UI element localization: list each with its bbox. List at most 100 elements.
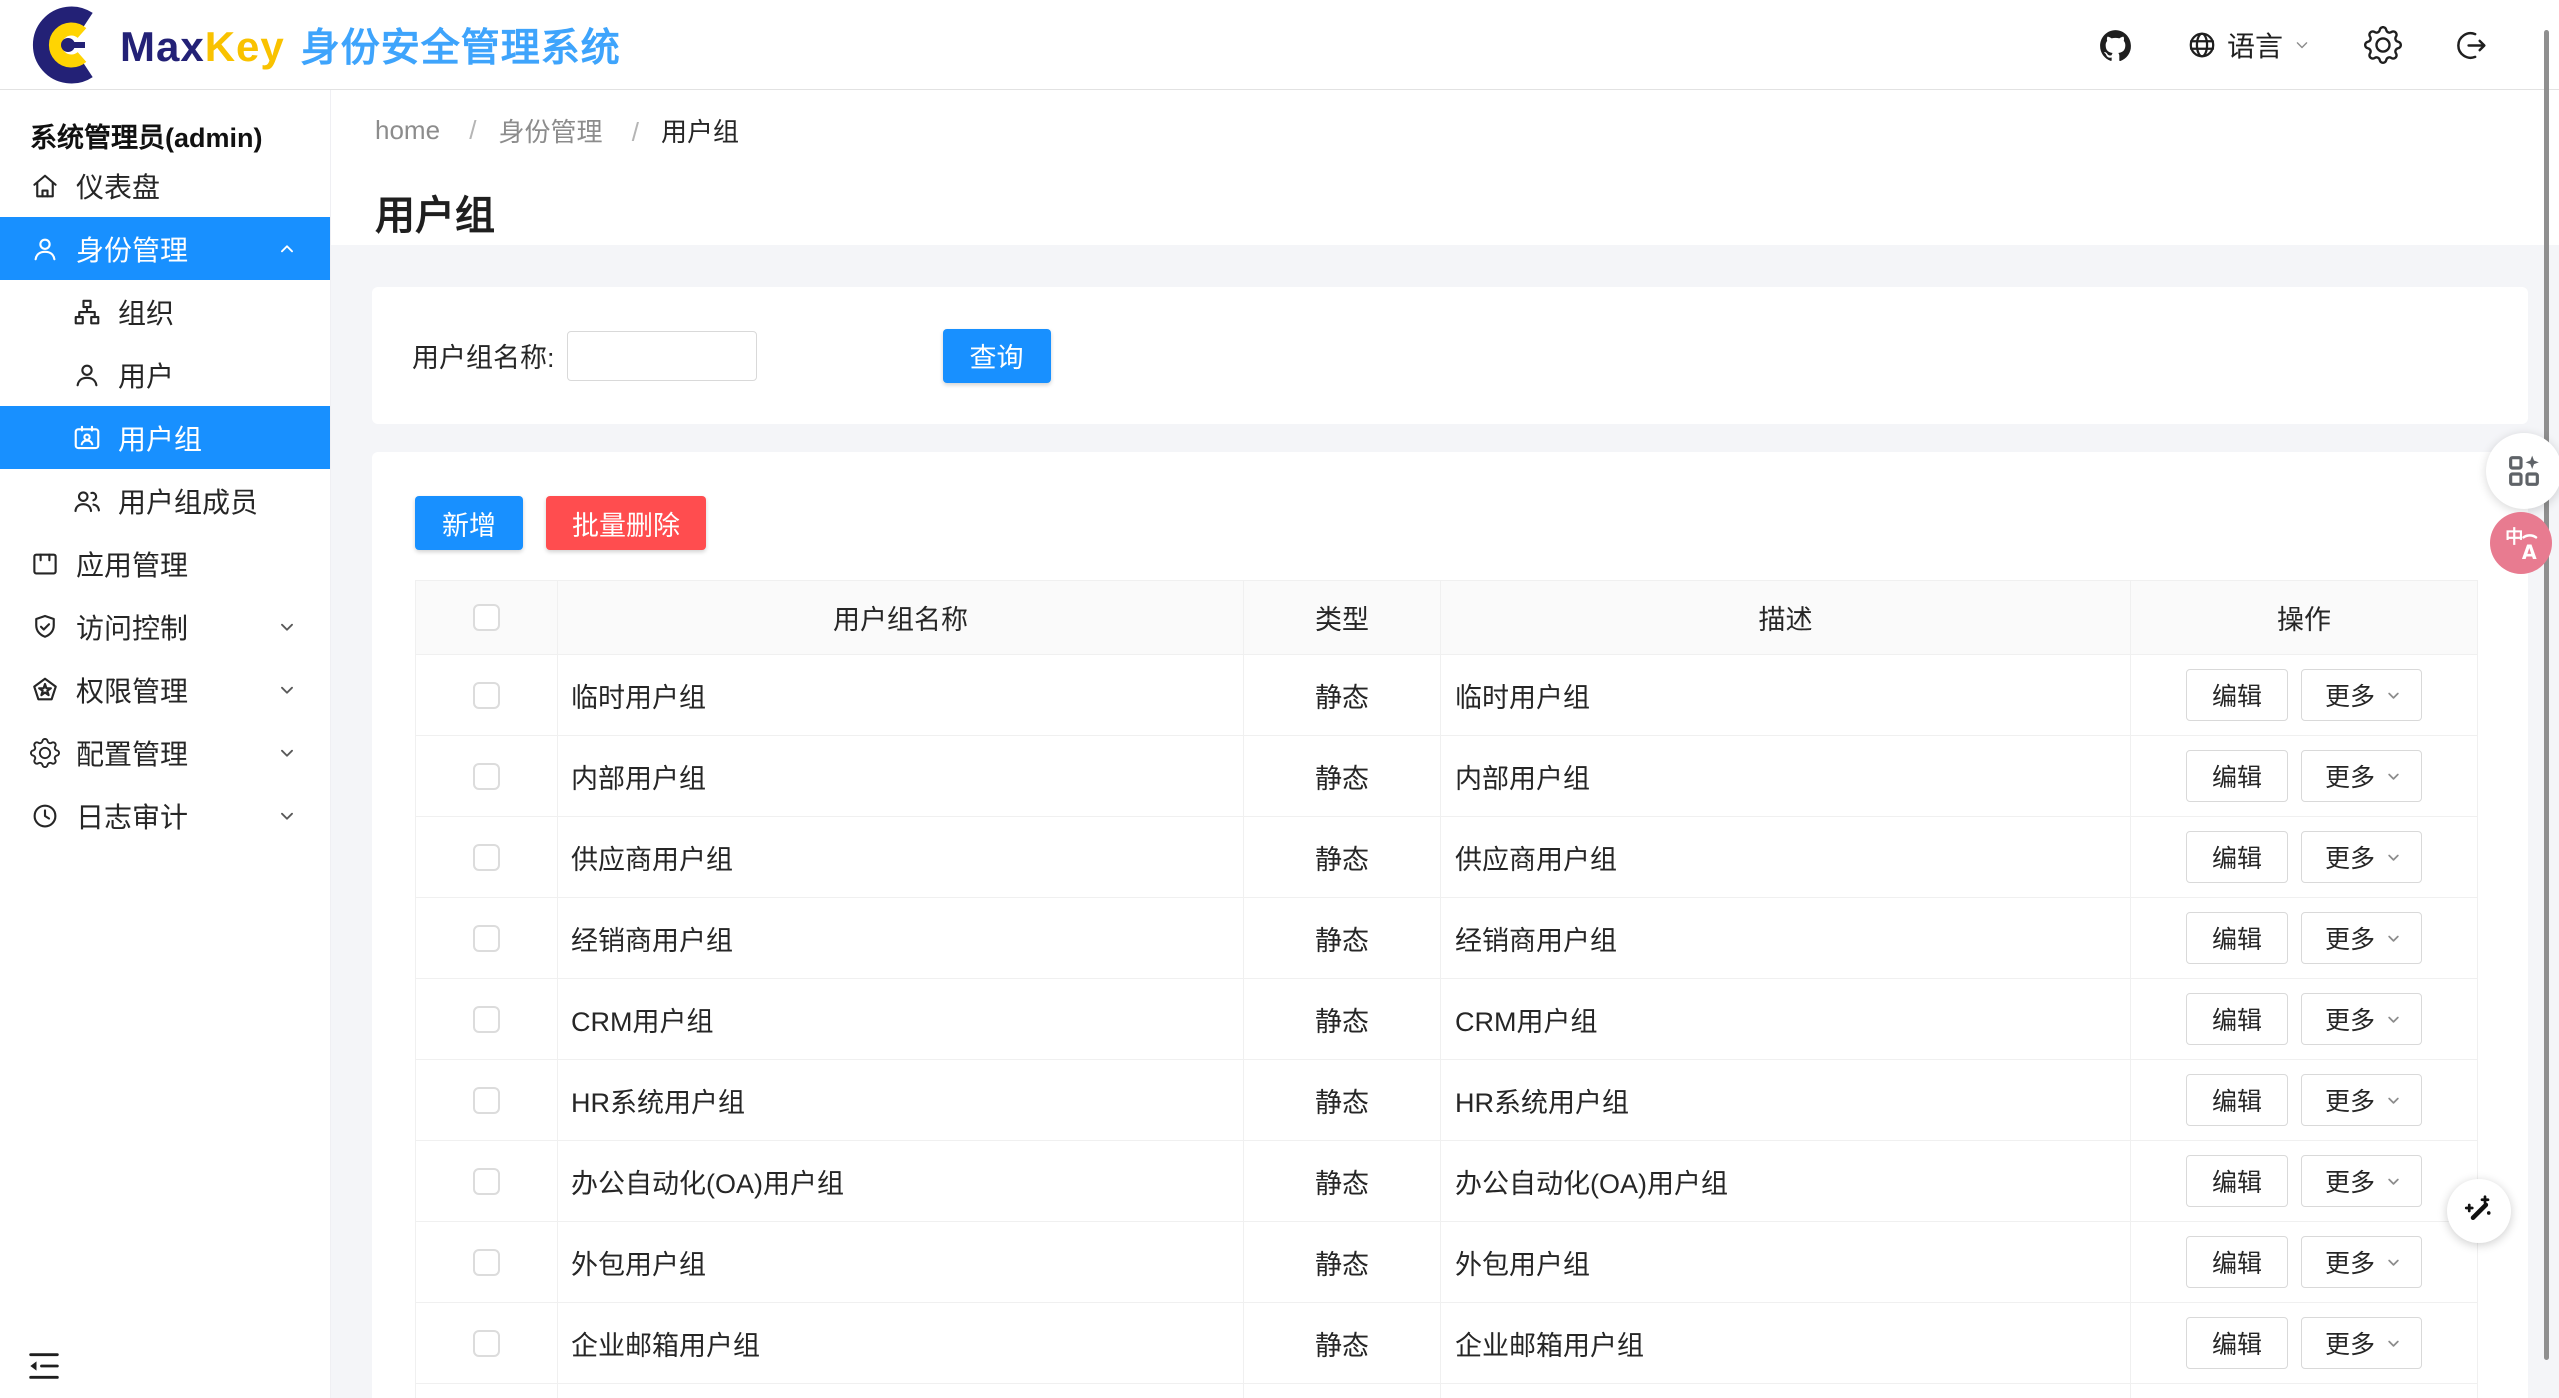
translate-icon: 中A (2501, 523, 2541, 563)
chevron-icon (276, 616, 298, 638)
clock-icon (30, 801, 60, 831)
sidebar-item[interactable]: 访问控制 (0, 595, 330, 658)
table-row: 临时用户组 静态 临时用户组 编辑 更多 (416, 655, 2477, 736)
chevron-down-icon (2384, 767, 2403, 786)
more-button-label: 更多 (2325, 1001, 2375, 1037)
sidebar-item-label: 日志审计 (76, 796, 188, 836)
group-type-cell: 静态 (1244, 979, 1441, 1059)
breadcrumb-link[interactable]: 身份管理 (499, 117, 603, 147)
edit-button[interactable]: 编辑 (2186, 912, 2288, 964)
more-button[interactable]: 更多 (2301, 831, 2422, 883)
row-checkbox[interactable] (473, 1087, 500, 1114)
sidebar-item[interactable]: 日志审计 (0, 784, 330, 847)
sidebar-item[interactable]: 配置管理 (0, 721, 330, 784)
more-button[interactable]: 更多 (2301, 912, 2422, 964)
batch-delete-button[interactable]: 批量删除 (546, 496, 706, 550)
add-button[interactable]: 新增 (415, 496, 523, 550)
row-checkbox[interactable] (473, 682, 500, 709)
sidebar-item[interactable]: 仪表盘 (0, 154, 330, 217)
group-name-input[interactable] (567, 331, 757, 381)
group-type-cell: 静态 (1244, 1222, 1441, 1302)
row-checkbox[interactable] (473, 1249, 500, 1276)
column-header-desc: 描述 (1441, 581, 2131, 654)
sidebar-item-label: 权限管理 (76, 670, 188, 710)
group-type-cell: 静态 (1244, 655, 1441, 735)
breadcrumb-link: 用户组 (661, 117, 739, 147)
sidebar-item[interactable]: 权限管理 (0, 658, 330, 721)
more-button[interactable]: 更多 (2301, 669, 2422, 721)
magic-wand-fab-button[interactable] (2447, 1179, 2511, 1243)
row-checkbox[interactable] (473, 925, 500, 952)
row-checkbox[interactable] (473, 763, 500, 790)
more-button-label: 更多 (2325, 920, 2375, 956)
edit-button[interactable]: 编辑 (2186, 669, 2288, 721)
edit-button[interactable]: 编辑 (2186, 1074, 2288, 1126)
more-button[interactable]: 更多 (2301, 750, 2422, 802)
home-icon (30, 171, 60, 201)
more-button[interactable]: 更多 (2301, 1317, 2422, 1369)
brand-name-primary: Max (120, 23, 205, 71)
sidebar-item[interactable]: 身份管理 (0, 217, 330, 280)
github-icon[interactable] (2097, 27, 2134, 64)
extensions-fab-button[interactable] (2486, 433, 2559, 509)
more-button[interactable]: 更多 (2301, 993, 2422, 1045)
team-icon (72, 486, 102, 516)
group-type-cell: 静态 (1244, 736, 1441, 816)
svg-text:中: 中 (2505, 526, 2523, 548)
language-label: 语言 (2227, 25, 2283, 65)
app-header: Max Key 身份安全管理系统 语言 (0, 0, 2559, 90)
sidebar-item[interactable]: 用户 (0, 343, 330, 406)
sidebar-collapse-button[interactable] (24, 1346, 64, 1386)
edit-button[interactable]: 编辑 (2186, 831, 2288, 883)
table-row: 企业邮箱用户组 静态 企业邮箱用户组 编辑 更多 (416, 1303, 2477, 1384)
translate-fab-button[interactable]: 中A (2490, 512, 2552, 574)
chevron-down-icon (2384, 1253, 2403, 1272)
more-button[interactable]: 更多 (2301, 1236, 2422, 1288)
vertical-scrollbar-thumb[interactable] (2544, 30, 2549, 1360)
query-button[interactable]: 查询 (943, 329, 1051, 383)
more-button[interactable]: 更多 (2301, 1155, 2422, 1207)
select-all-checkbox[interactable] (473, 604, 500, 631)
row-checkbox[interactable] (473, 1168, 500, 1195)
more-button[interactable]: 更多 (2301, 1074, 2422, 1126)
edit-button[interactable]: 编辑 (2186, 993, 2288, 1045)
edit-button[interactable]: 编辑 (2186, 750, 2288, 802)
sidebar-item-label: 用户 (118, 355, 174, 395)
gear-icon (30, 738, 60, 768)
sidebar-item[interactable]: 应用管理 (0, 532, 330, 595)
group-name-cell: HR系统用户组 (558, 1060, 1244, 1140)
breadcrumb: home / 身份管理 / 用户组 / (375, 112, 2559, 149)
breadcrumb-item: home / (375, 115, 499, 146)
group-desc-cell: 办公自动化(OA)用户组 (1441, 1141, 2131, 1221)
sidebar-item[interactable]: 用户组 (0, 406, 330, 469)
chevron-down-icon (2384, 1091, 2403, 1110)
shield-check-icon (30, 612, 60, 642)
edit-button[interactable]: 编辑 (2186, 1317, 2288, 1369)
row-checkbox[interactable] (473, 1330, 500, 1357)
page-title: 用户组 (375, 183, 2559, 241)
group-desc-cell: 内部用户组 (1441, 736, 2131, 816)
settings-gear-icon[interactable] (2364, 26, 2402, 64)
user-icon (30, 234, 60, 264)
row-checkbox[interactable] (473, 1006, 500, 1033)
more-button-label: 更多 (2325, 758, 2375, 794)
table-row: 经销商用户组 静态 经销商用户组 编辑 更多 (416, 898, 2477, 979)
table-row: 供应商用户组 静态 供应商用户组 编辑 更多 (416, 817, 2477, 898)
edit-button[interactable]: 编辑 (2186, 1155, 2288, 1207)
breadcrumb-item: 身份管理 / (499, 112, 661, 149)
more-button-label: 更多 (2325, 1163, 2375, 1199)
sidebar-item[interactable]: 组织 (0, 280, 330, 343)
group-type-cell: 静态 (1244, 898, 1441, 978)
logout-icon[interactable] (2454, 28, 2489, 63)
sidebar-item[interactable]: 用户组成员 (0, 469, 330, 532)
breadcrumb-separator: / (632, 117, 639, 147)
maxkey-logo-icon (30, 6, 106, 84)
svg-text:A: A (2522, 541, 2537, 563)
sidebar: 系统管理员(admin) 仪表盘 身份管理 组织 (0, 90, 331, 1398)
edit-button[interactable]: 编辑 (2186, 1236, 2288, 1288)
table-row: 办公自动化(OA)用户组 静态 办公自动化(OA)用户组 编辑 更多 (416, 1141, 2477, 1222)
row-checkbox[interactable] (473, 844, 500, 871)
user-groups-table: 用户组名称 类型 描述 操作 临时用户组 静态 临时用户组 编辑 (415, 580, 2478, 1398)
language-selector[interactable]: 语言 (2186, 25, 2312, 65)
breadcrumb-link[interactable]: home (375, 115, 440, 145)
